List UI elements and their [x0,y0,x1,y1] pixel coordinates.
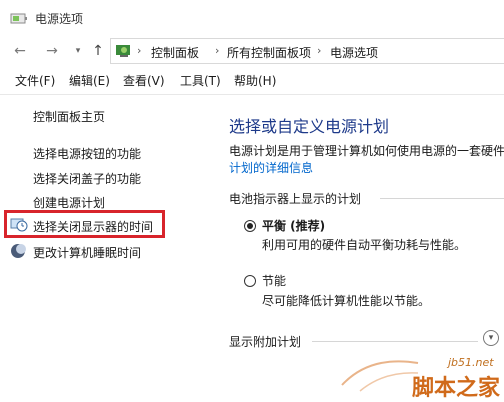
address-bar: ← → ▾ ↑ › 控制面板 › 所有控制面板项 › 电源选项 [0,38,504,64]
control-panel-icon [116,45,130,57]
menu-tools[interactable]: 工具(T) [180,72,221,89]
plan-power-saver-name[interactable]: 节能 [262,272,286,289]
watermark-swoosh-icon [341,360,419,392]
sidebar-item-create-plan[interactable]: 创建电源计划 [33,194,105,211]
expand-chevron-icon[interactable]: ▾ [483,330,499,346]
battery-plans-heading: 电池指示器上显示的计划 [229,192,362,206]
back-arrow-icon[interactable]: ← [10,41,30,61]
plan-power-saver-description: 尽可能降低计算机性能以节能。 [262,294,431,308]
breadcrumb-separator-icon: › [137,44,142,57]
breadcrumb-control-panel[interactable]: 控制面板 [151,44,199,61]
plan-balanced-name[interactable]: 平衡 (推荐) [262,217,325,234]
title-bar: 电源选项 [0,0,504,36]
plan-details-link[interactable]: 计划的详细信息 [229,159,313,176]
menu-file[interactable]: 文件(F) [15,72,55,89]
address-field[interactable]: › 控制面板 › 所有控制面板项 › 电源选项 [110,38,504,64]
sidebar-item-lid[interactable]: 选择关闭盖子的功能 [33,170,141,187]
section-divider [312,341,478,342]
sidebar-item-power-button[interactable]: 选择电源按钮的功能 [33,145,141,162]
watermark-url: jb51.net [448,356,494,369]
menu-divider [0,94,504,95]
recent-dropdown-icon[interactable]: ▾ [68,41,88,61]
breadcrumb-separator-icon: › [215,44,220,57]
page-title: 选择或自定义电源计划 [229,117,390,136]
show-additional-plans[interactable]: 显示附加计划 [229,333,301,350]
menu-view[interactable]: 查看(V) [123,72,165,89]
highlight-box [4,210,165,238]
sleep-moon-icon [11,244,26,258]
radio-balanced[interactable] [244,220,256,232]
sidebar-control-panel-home[interactable]: 控制面板主页 [33,108,105,125]
forward-arrow-icon[interactable]: → [42,41,62,61]
menu-help[interactable]: 帮助(H) [234,72,276,89]
sidebar-item-sleep[interactable]: 更改计算机睡眠时间 [33,244,141,261]
power-options-icon [10,13,27,24]
plan-balanced-description: 利用可用的硬件自动平衡功耗与性能。 [262,238,467,252]
breadcrumb-power-options[interactable]: 电源选项 [330,44,378,61]
window-title: 电源选项 [35,12,84,26]
watermark-text: 脚本之家 [412,376,501,401]
radio-selected-dot [247,223,253,229]
page-description: 电源计划是用于管理计算机如何使用电源的一套硬件 [229,144,504,158]
menu-bar: 文件(F) 编辑(E) 查看(V) 工具(T) 帮助(H) [0,68,504,92]
up-arrow-icon[interactable]: ↑ [88,41,108,61]
menu-edit[interactable]: 编辑(E) [69,72,110,89]
section-divider [380,198,504,199]
breadcrumb-all-items[interactable]: 所有控制面板项 [227,44,311,61]
breadcrumb-separator-icon: › [317,44,322,57]
radio-power-saver[interactable] [244,275,256,287]
